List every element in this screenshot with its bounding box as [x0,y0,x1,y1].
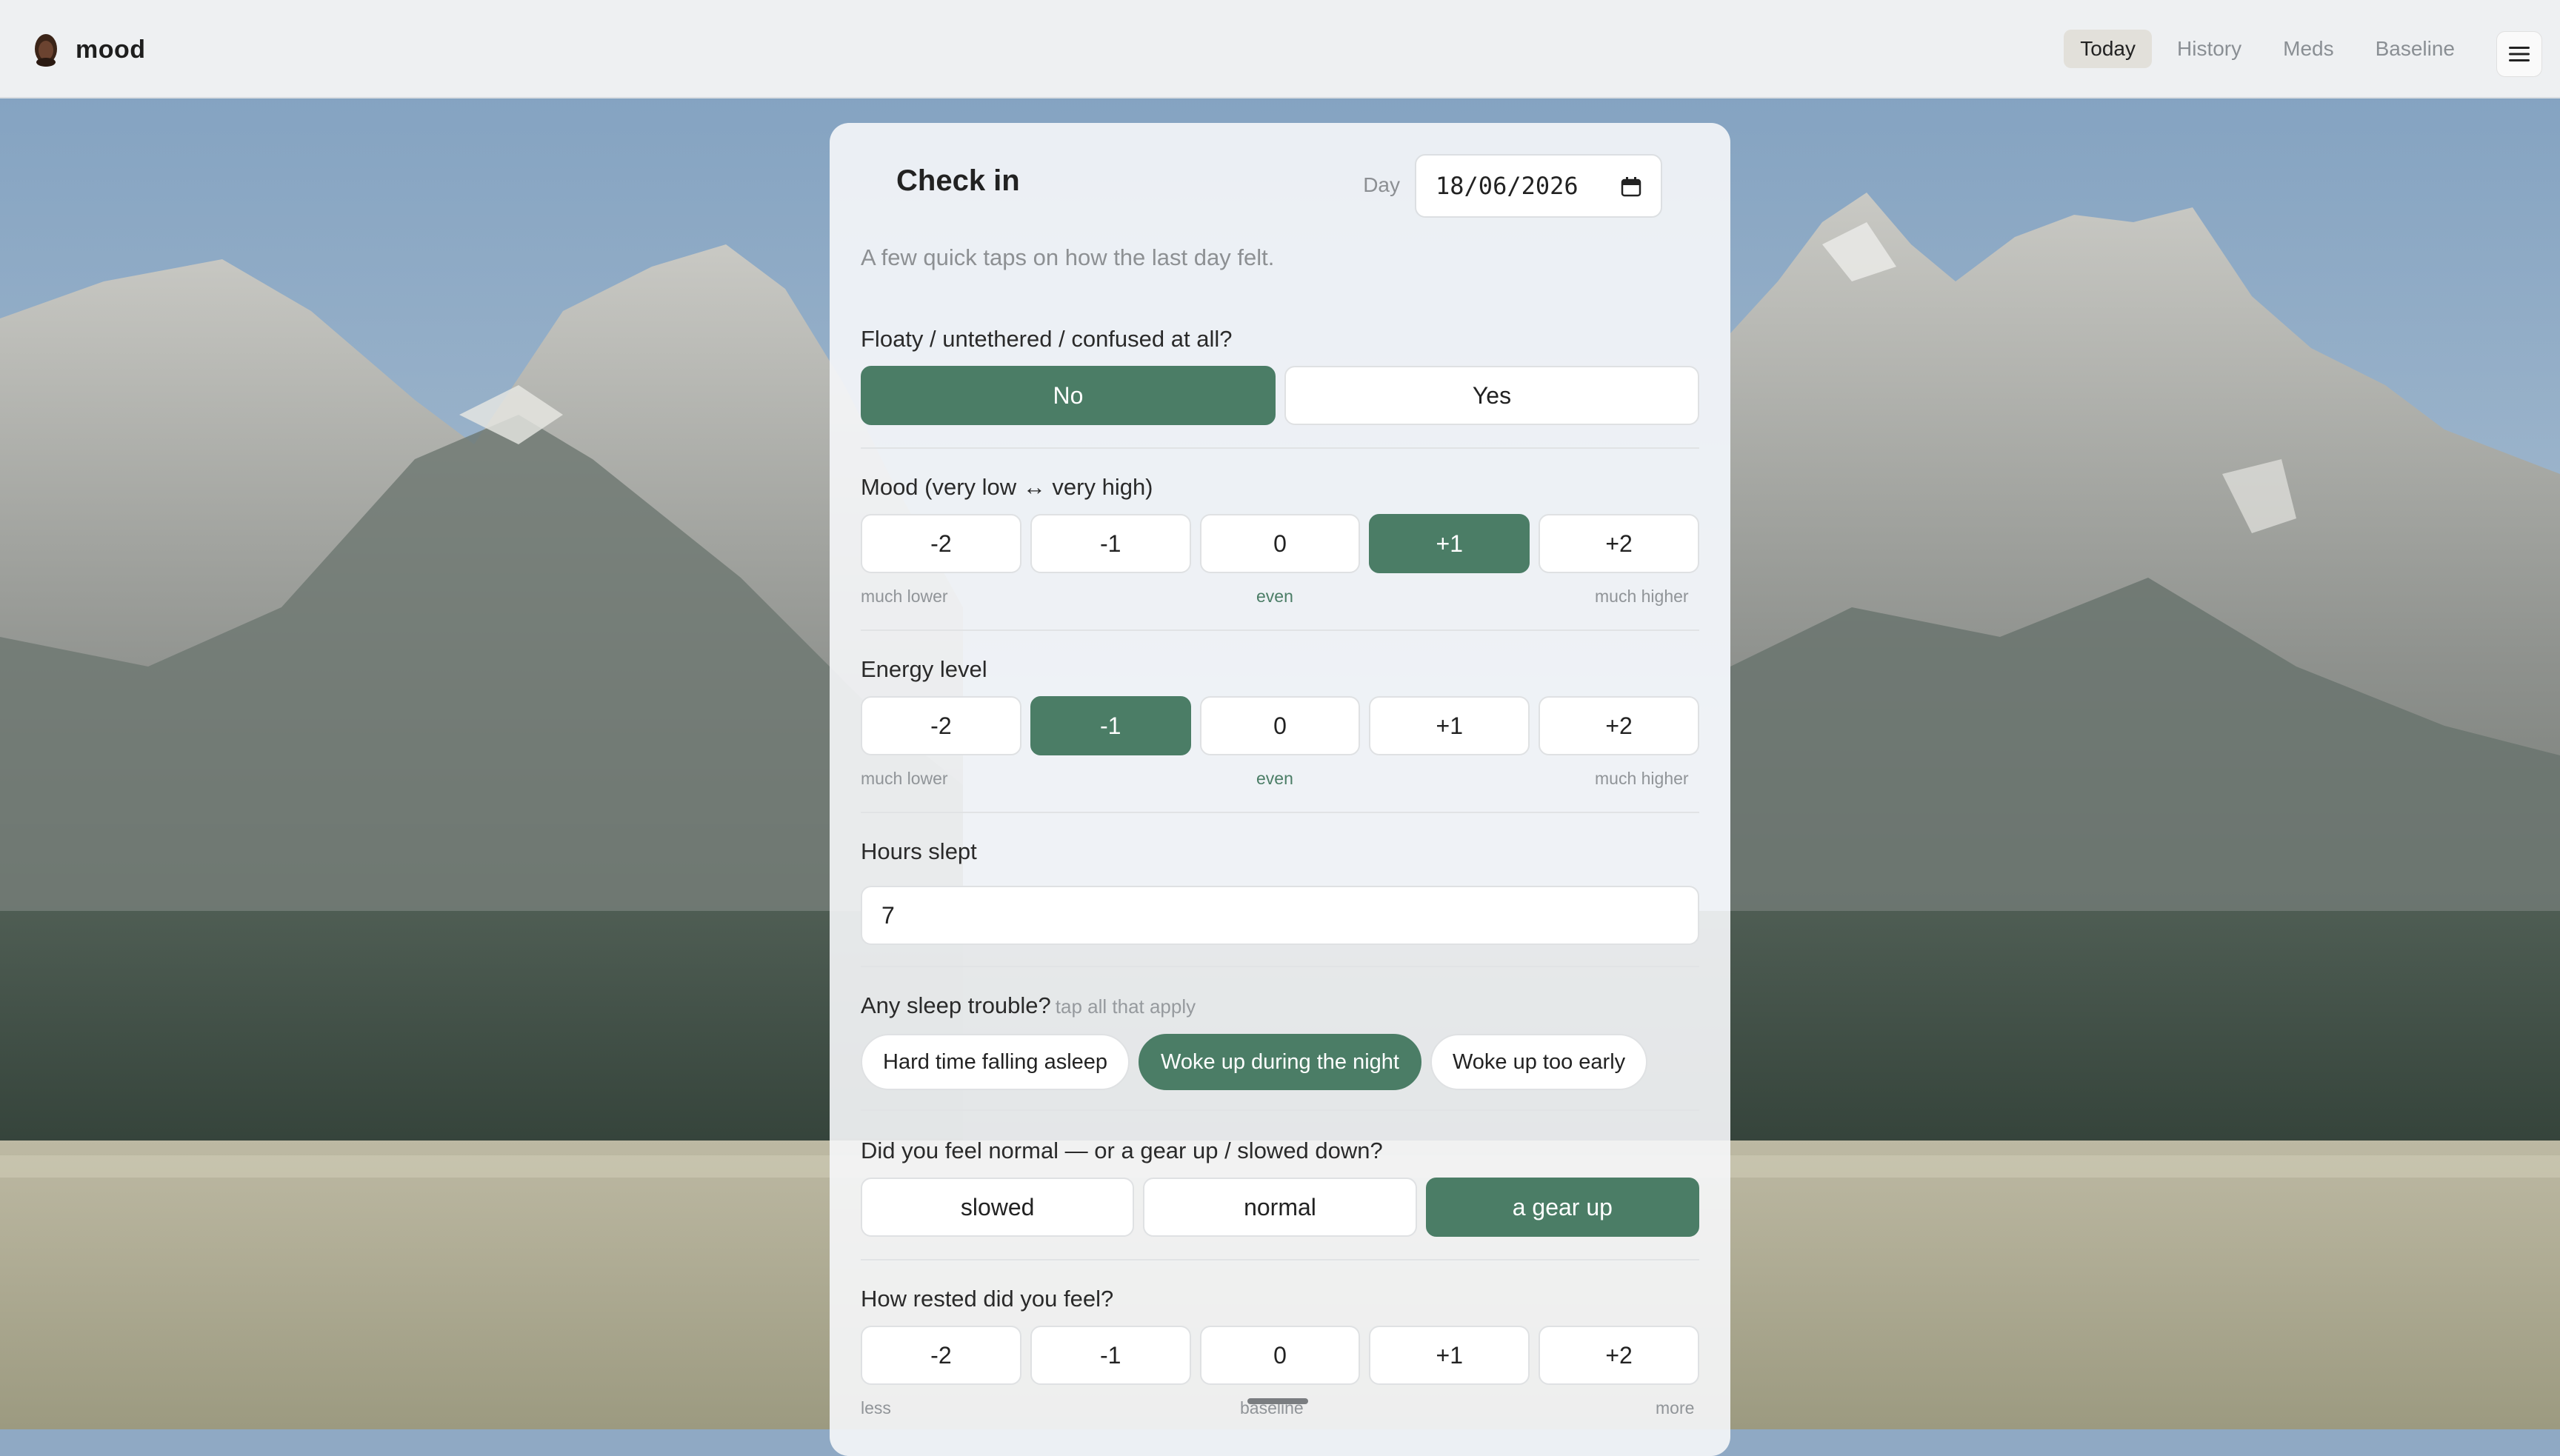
hours-slept-label: Hours slept [861,838,977,864]
pace-option-slowed[interactable]: slowed [861,1178,1135,1237]
floaty-option-no[interactable]: No [861,366,1276,425]
mood-question-label: Mood (very low ↔ very high) [861,474,1153,500]
sleep-trouble-woke-early[interactable]: Woke up too early [1430,1034,1648,1090]
sleep-trouble-woke-night[interactable]: Woke up during the night [1139,1034,1421,1090]
mood-option-minus1[interactable]: -1 [1030,514,1191,573]
date-value: 18/06/2026 [1436,172,1579,200]
hours-slept-value: 7 [881,901,895,929]
card-title: Check in [896,164,1020,197]
rested-scale-low: less [861,1398,891,1417]
energy-scale-low: much lower [861,769,948,788]
mood-scale-high: much higher [1595,587,1689,606]
app-name: mood [76,35,146,64]
pace-options: slowed normal a gear up [861,1178,1699,1237]
rested-options: -2 -1 0 +1 +2 [861,1326,1699,1385]
nav-history[interactable]: History [2161,30,2258,68]
divider [861,447,1699,449]
menu-button[interactable] [2496,31,2542,77]
avatar [33,33,59,67]
nav-baseline[interactable]: Baseline [2359,30,2471,68]
pace-question-label: Did you feel normal — or a gear up / slo… [861,1138,1383,1163]
divider [861,1259,1699,1260]
rested-option-0[interactable]: 0 [1199,1326,1361,1385]
mood-scale-low: much lower [861,587,948,606]
mood-option-plus2[interactable]: +2 [1539,514,1699,573]
sleep-trouble-hint: tap all that apply [1055,995,1196,1018]
rested-scale-high: more [1656,1398,1695,1417]
energy-options: -2 -1 0 +1 +2 [861,696,1699,755]
nav-today[interactable]: Today [2064,30,2152,68]
energy-option-plus2[interactable]: +2 [1539,696,1699,755]
sleep-trouble-options: Hard time falling asleep Woke up during … [861,1034,1648,1090]
energy-question-label: Energy level [861,656,987,682]
energy-scale-mid: even [1256,769,1293,788]
floaty-options: No Yes [861,366,1699,425]
card-header: Check in Day 18/06/2026 [861,123,1699,218]
checkin-card: Check in Day 18/06/2026 [830,123,1730,1456]
divider [861,630,1699,631]
divider [861,812,1699,813]
hamburger-menu-icon [2509,47,2530,61]
main-nav: Today History Meds Baseline [2064,30,2471,68]
mood-option-minus2[interactable]: -2 [861,514,1021,573]
mood-scale-mid: even [1256,587,1293,606]
rested-option-minus1[interactable]: -1 [1030,1326,1191,1385]
calendar-icon[interactable] [1621,176,1641,197]
floaty-option-yes[interactable]: Yes [1284,366,1699,425]
pace-option-gear-up[interactable]: a gear up [1425,1178,1699,1237]
rested-option-minus2[interactable]: -2 [861,1326,1021,1385]
energy-option-plus1[interactable]: +1 [1369,696,1530,755]
floaty-question-label: Floaty / untethered / confused at all? [861,326,1233,352]
energy-option-minus2[interactable]: -2 [861,696,1021,755]
rested-option-plus1[interactable]: +1 [1369,1326,1530,1385]
day-label: Day [1363,173,1400,196]
energy-scale-high: much higher [1595,769,1689,788]
scroll-indicator[interactable] [1247,1398,1308,1404]
mood-options: -2 -1 0 +1 +2 [861,514,1699,573]
pace-option-normal[interactable]: normal [1143,1178,1417,1237]
sleep-trouble-label: Any sleep trouble? tap all that apply [861,992,1196,1019]
energy-option-0[interactable]: 0 [1199,696,1361,755]
divider [861,966,1699,967]
energy-option-minus1[interactable]: -1 [1030,696,1191,755]
sleep-trouble-falling-asleep[interactable]: Hard time falling asleep [861,1034,1130,1090]
top-bar: mood Today History Meds Baseline [0,0,2560,98]
rested-option-plus2[interactable]: +2 [1539,1326,1699,1385]
rested-question-label: How rested did you feel? [861,1286,1114,1312]
divider [861,1109,1699,1111]
sleep-trouble-label-text: Any sleep trouble? [861,992,1051,1018]
hours-slept-input[interactable]: 7 [861,886,1699,945]
nav-meds[interactable]: Meds [2267,30,2350,68]
card-subtitle: A few quick taps on how the last day fel… [861,244,1275,270]
brand[interactable]: mood [33,33,146,67]
mood-option-0[interactable]: 0 [1199,514,1361,573]
date-input[interactable]: 18/06/2026 [1415,154,1662,218]
mood-option-plus1[interactable]: +1 [1369,514,1530,573]
